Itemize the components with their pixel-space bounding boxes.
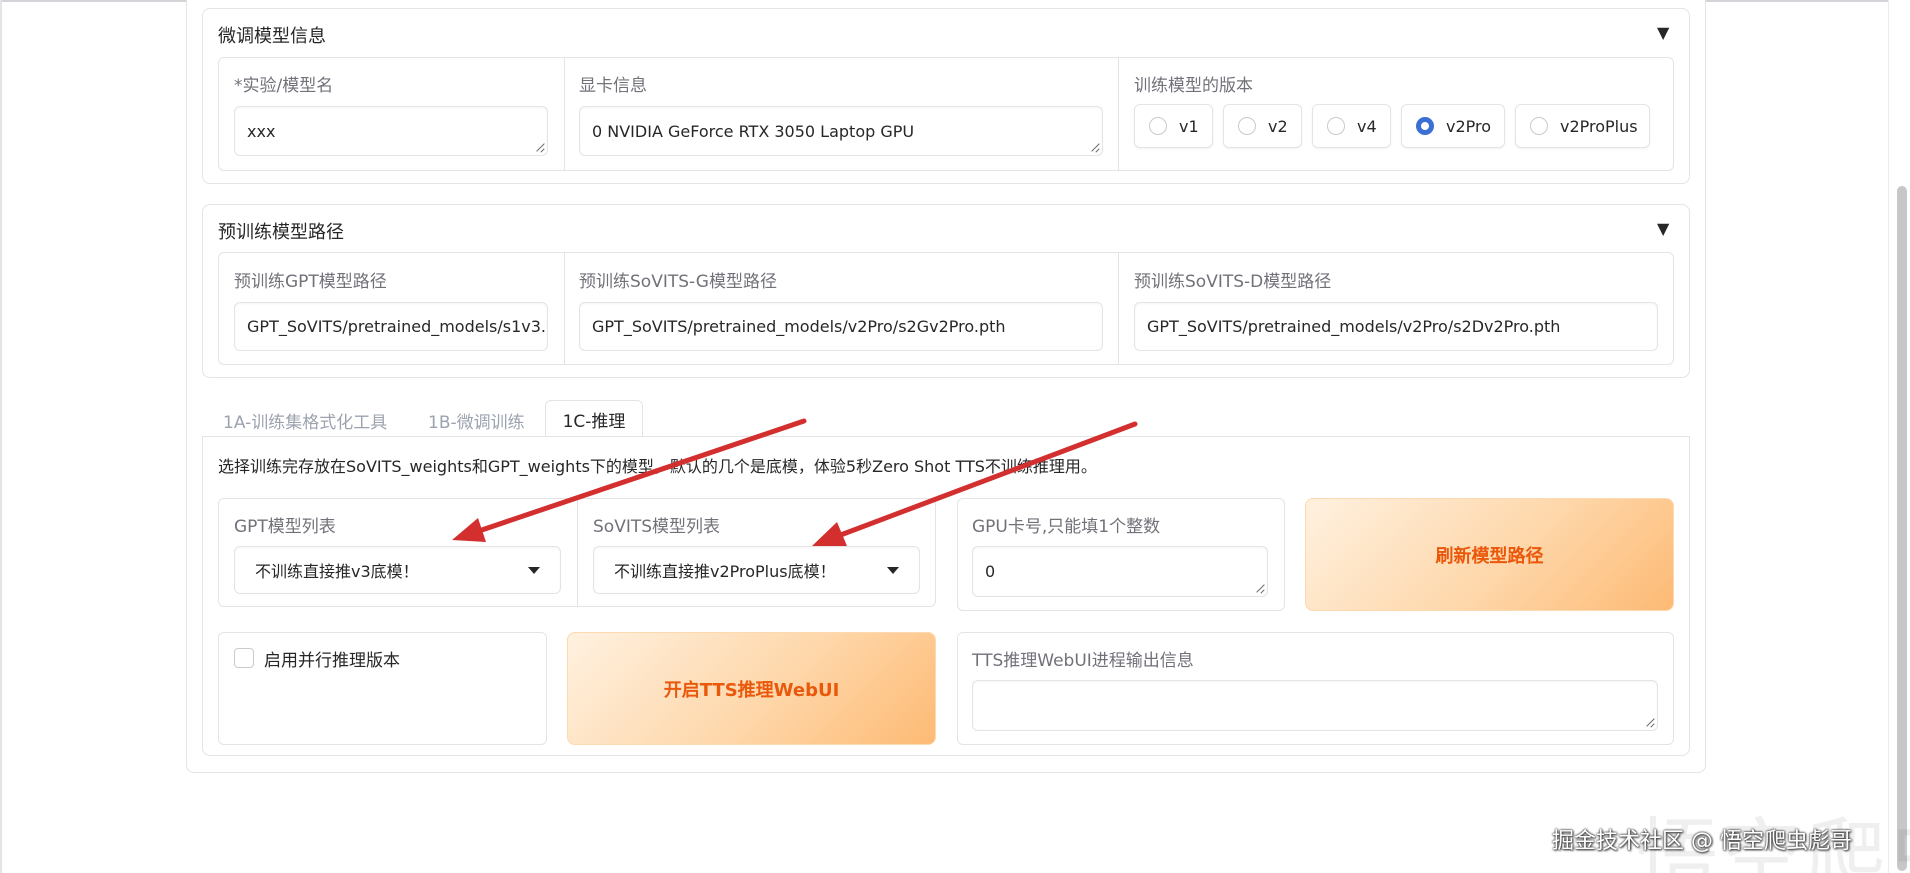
gpu-id-value: 0 bbox=[985, 562, 996, 581]
radio-selected-icon bbox=[1416, 117, 1434, 135]
gpt-model-dropdown[interactable]: 不训练直接推v3底模！ bbox=[234, 546, 561, 594]
pretrained-gpt-input[interactable]: GPT_SoVITS/pretrained_models/s1v3.c bbox=[234, 302, 548, 351]
version-radio-v4[interactable]: v4 bbox=[1312, 104, 1391, 148]
resize-handle-icon[interactable] bbox=[1255, 584, 1264, 593]
refresh-model-paths-button[interactable]: 刷新模型路径 bbox=[1305, 498, 1674, 611]
column-divider bbox=[564, 253, 565, 364]
finetune-info-title[interactable]: 微调模型信息 bbox=[218, 22, 326, 48]
version-radio-v2[interactable]: v2 bbox=[1223, 104, 1302, 148]
version-label: 训练模型的版本 bbox=[1134, 76, 1253, 96]
column-divider bbox=[1118, 58, 1119, 170]
version-radio-label: v1 bbox=[1179, 116, 1199, 136]
gpu-id-input[interactable]: 0 bbox=[972, 546, 1268, 597]
pretrained-sovits-d-label: 预训练SoVITS-D模型路径 bbox=[1134, 272, 1332, 292]
tts-output-label: TTS推理WebUI进程输出信息 bbox=[972, 651, 1194, 671]
tab-1a-dataset-tools[interactable]: 1A-训练集格式化工具 bbox=[223, 408, 387, 433]
inference-description: 选择训练完存放在SoVITS_weights和GPT_weights下的模型，默… bbox=[218, 457, 1097, 476]
pretrained-sovits-g-input[interactable]: GPT_SoVITS/pretrained_models/v2Pro/s2Gv2… bbox=[579, 302, 1103, 351]
gpu-info-label: 显卡信息 bbox=[579, 76, 647, 96]
version-radio-label: v2Pro bbox=[1446, 116, 1492, 136]
sovits-model-selected: 不训练直接推v2ProPlus底模！ bbox=[614, 562, 836, 581]
version-radio-label: v2ProPlus bbox=[1560, 116, 1638, 136]
version-radio-v2proplus[interactable]: v2ProPlus bbox=[1515, 104, 1650, 148]
pretrained-title[interactable]: 预训练模型路径 bbox=[218, 218, 344, 244]
version-radio-label: v4 bbox=[1357, 116, 1377, 136]
radio-circle-icon bbox=[1327, 117, 1345, 135]
radio-circle-icon bbox=[1149, 117, 1167, 135]
pretrained-gpt-value: GPT_SoVITS/pretrained_models/s1v3.c bbox=[247, 317, 548, 336]
accordion-caret-icon[interactable]: ▼ bbox=[1657, 23, 1669, 42]
tab-1b-finetune[interactable]: 1B-微调训练 bbox=[428, 408, 525, 433]
dropdown-caret-icon bbox=[887, 566, 899, 574]
radio-circle-icon bbox=[1238, 117, 1256, 135]
window-left-border bbox=[0, 0, 2, 873]
gpt-model-selected: 不训练直接推v3底模！ bbox=[255, 562, 419, 581]
radio-circle-icon bbox=[1530, 117, 1548, 135]
dropdown-caret-icon bbox=[528, 566, 540, 574]
gpu-id-label: GPU卡号,只能填1个整数 bbox=[972, 517, 1161, 537]
pretrained-sovits-g-value: GPT_SoVITS/pretrained_models/v2Pro/s2Gv2… bbox=[592, 317, 1006, 336]
sovits-model-dropdown[interactable]: 不训练直接推v2ProPlus底模！ bbox=[593, 546, 920, 594]
parallel-inference-checkbox[interactable] bbox=[234, 648, 254, 668]
version-radio-v2pro[interactable]: v2Pro bbox=[1401, 104, 1505, 148]
sovits-list-label: SoVITS模型列表 bbox=[593, 517, 721, 537]
gpu-info-textarea[interactable]: 0 NVIDIA GeForce RTX 3050 Laptop GPU bbox=[579, 106, 1103, 156]
resize-handle-icon[interactable] bbox=[535, 143, 544, 152]
exp-name-value: xxx bbox=[247, 121, 276, 141]
scrollbar-thumb[interactable] bbox=[1897, 186, 1907, 871]
gpu-info-value: 0 NVIDIA GeForce RTX 3050 Laptop GPU bbox=[592, 121, 915, 141]
resize-handle-icon[interactable] bbox=[1090, 143, 1099, 152]
pretrained-sovits-d-input[interactable]: GPT_SoVITS/pretrained_models/v2Pro/s2Dv2… bbox=[1134, 302, 1658, 351]
column-divider bbox=[1118, 253, 1119, 364]
exp-name-label: *实验/模型名 bbox=[234, 76, 334, 96]
pretrained-sovits-d-value: GPT_SoVITS/pretrained_models/v2Pro/s2Dv2… bbox=[1147, 317, 1561, 336]
exp-name-input[interactable]: xxx bbox=[234, 106, 548, 156]
pretrained-sovits-g-label: 预训练SoVITS-G模型路径 bbox=[579, 272, 777, 292]
column-divider bbox=[564, 58, 565, 170]
watermark-text: 掘金技术社区 @ 悟空爬虫彪哥 bbox=[1552, 829, 1852, 854]
pretrained-gpt-label: 预训练GPT模型路径 bbox=[234, 272, 387, 292]
tts-output-textarea[interactable] bbox=[972, 680, 1658, 731]
resize-handle-icon[interactable] bbox=[1645, 718, 1654, 727]
version-radio-label: v2 bbox=[1268, 116, 1288, 136]
gpt-list-label: GPT模型列表 bbox=[234, 517, 336, 537]
column-divider bbox=[577, 499, 578, 606]
accordion-caret-icon[interactable]: ▼ bbox=[1657, 219, 1669, 238]
parallel-inference-label[interactable]: 启用并行推理版本 bbox=[264, 646, 400, 671]
tab-1c-inference[interactable]: 1C-推理 bbox=[545, 400, 643, 437]
open-tts-webui-button[interactable]: 开启TTS推理WebUI bbox=[567, 632, 936, 745]
version-radio-v1[interactable]: v1 bbox=[1134, 104, 1213, 148]
